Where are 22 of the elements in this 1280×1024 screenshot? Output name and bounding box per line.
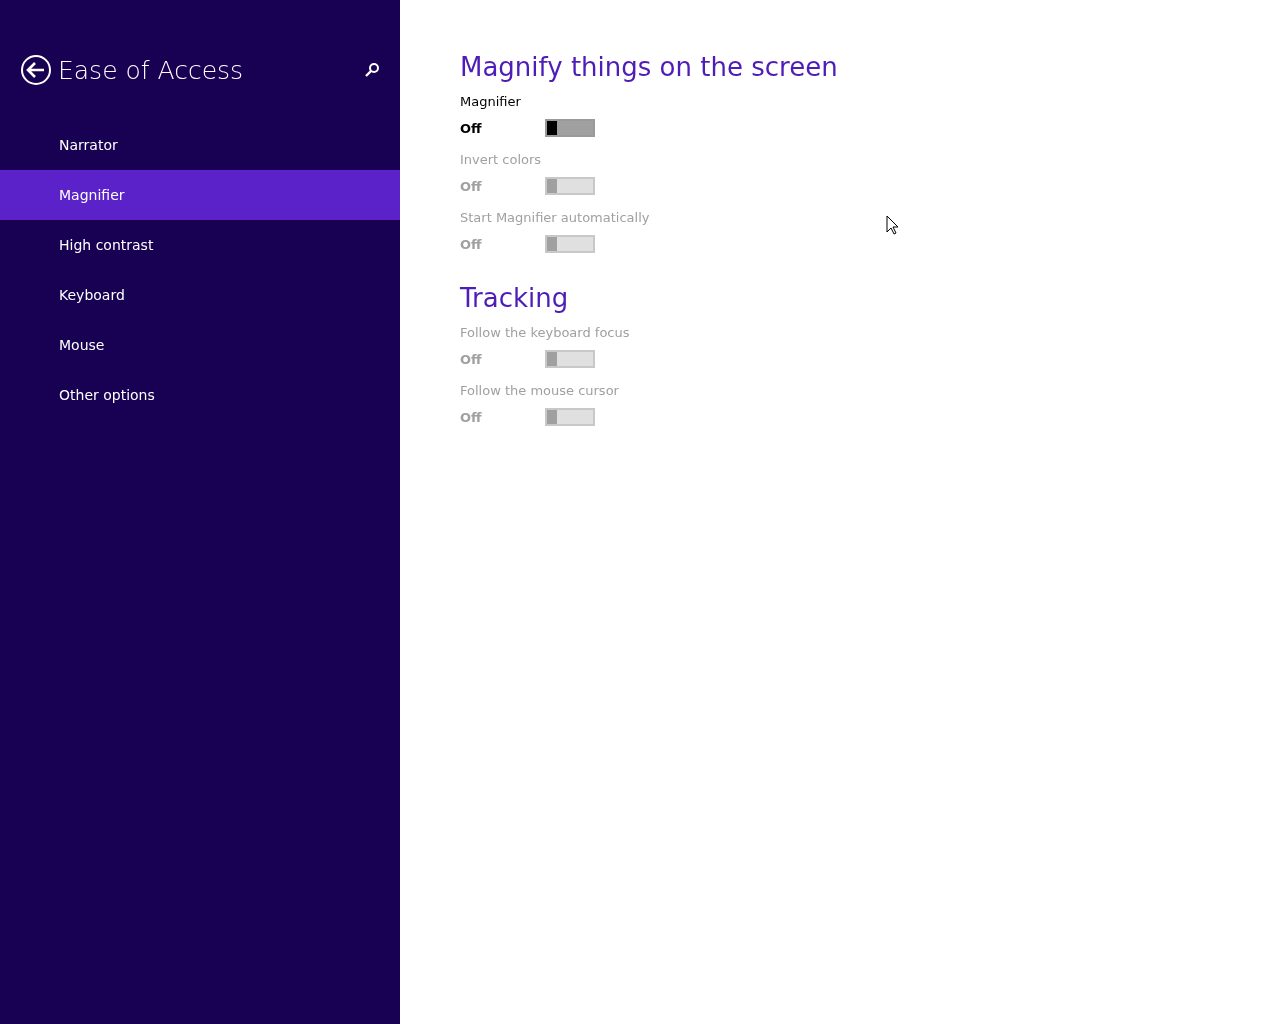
toggle-state-text: Off	[460, 236, 483, 252]
setting-label: Follow the mouse cursor	[460, 383, 620, 398]
section-heading: Magnify things on the screen	[460, 52, 838, 82]
setting-label: Invert colors	[460, 152, 543, 167]
sidebar-item[interactable]: Narrator	[0, 120, 400, 170]
sidebar-item[interactable]: Magnifier	[0, 170, 400, 220]
toggle-state-text: Off	[460, 120, 483, 136]
mouse-pointer-icon	[886, 215, 899, 235]
search-icon[interactable]	[364, 62, 380, 78]
setting-label: Follow the keyboard focus	[460, 325, 631, 340]
setting-label: Start Magnifier automatically	[460, 210, 651, 225]
page-title: Ease of Access	[58, 55, 245, 85]
toggle-state-text: Off	[460, 351, 483, 367]
sidebar-item[interactable]: Other options	[0, 370, 400, 420]
setting-label: Magnifier	[460, 94, 522, 109]
section-heading: Tracking	[460, 283, 570, 313]
sidebar-item[interactable]: Keyboard	[0, 270, 400, 320]
toggle-switch[interactable]	[545, 119, 595, 137]
toggle-state-text: Off	[460, 409, 483, 425]
sidebar-item[interactable]: Mouse	[0, 320, 400, 370]
sidebar-item[interactable]: High contrast	[0, 220, 400, 270]
toggle-state-text: Off	[460, 178, 483, 194]
